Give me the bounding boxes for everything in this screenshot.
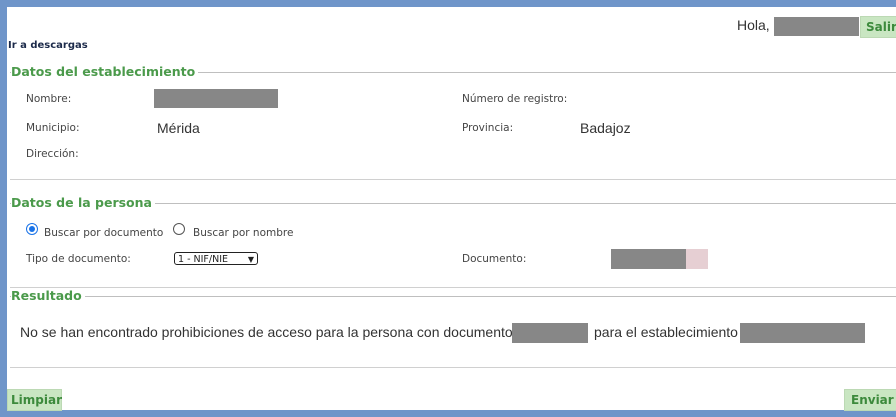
registry-label: Número de registro:: [462, 93, 568, 105]
municipality-label: Municipio:: [26, 122, 80, 134]
doc-type-selected-value: 1 - NIF/NIE: [178, 254, 228, 265]
doc-type-select[interactable]: 1 - NIF/NIE ▼: [174, 252, 258, 265]
window-frame-left: [0, 0, 7, 417]
clear-button[interactable]: Limpiar: [7, 389, 62, 411]
result-section-border: [10, 296, 896, 297]
logout-button[interactable]: Salir: [860, 16, 896, 38]
window-frame-top: [0, 0, 896, 7]
document-label: Documento:: [462, 253, 527, 265]
result-message-part1: No se han encontrado prohibiciones de ac…: [20, 324, 513, 340]
name-value-redacted: [154, 89, 278, 108]
result-section-title: Resultado: [11, 288, 85, 303]
result-establishment-redacted: [740, 323, 865, 343]
address-label: Dirección:: [26, 148, 79, 160]
doc-type-label: Tipo de documento:: [26, 253, 131, 265]
divider: [10, 287, 896, 288]
divider: [10, 179, 896, 180]
search-by-document-label[interactable]: Buscar por documento: [44, 227, 163, 239]
establishment-section-title: Datos del establecimiento: [11, 64, 199, 79]
municipality-value: Mérida: [157, 120, 200, 136]
province-label: Provincia:: [462, 122, 514, 134]
divider: [10, 367, 896, 368]
send-button[interactable]: Enviar: [844, 389, 896, 411]
result-message-part2: para el establecimiento: [594, 324, 738, 340]
username-redacted: [774, 17, 859, 36]
search-by-name-label[interactable]: Buscar por nombre: [193, 227, 293, 239]
search-by-document-radio[interactable]: [26, 223, 38, 235]
name-label: Nombre:: [26, 93, 72, 105]
result-document-redacted: [512, 323, 588, 343]
person-section-title: Datos de la persona: [11, 195, 155, 210]
document-value-redacted: [611, 249, 686, 269]
province-value: Badajoz: [580, 120, 631, 136]
chevron-down-icon: ▼: [247, 255, 254, 264]
search-by-name-radio[interactable]: [173, 223, 185, 235]
downloads-link[interactable]: Ir a descargas: [8, 40, 88, 51]
document-input-field[interactable]: [686, 249, 708, 269]
window-frame-bottom: [0, 410, 896, 417]
greeting-text: Hola,: [737, 17, 770, 33]
